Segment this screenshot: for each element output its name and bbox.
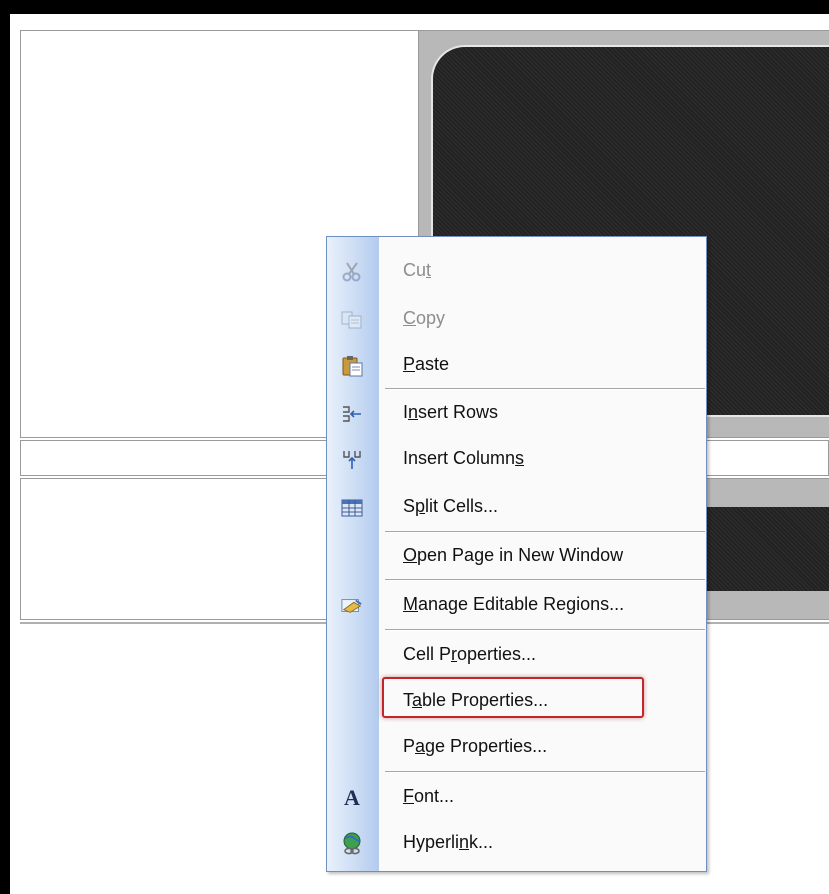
menu-item-insert-rows[interactable]: Insert Rows (327, 391, 706, 435)
editable-regions-icon (341, 595, 363, 617)
hyperlink-globe-icon (341, 832, 363, 855)
menu-item-label: Manage Editable Regions... (403, 594, 625, 614)
menu-item-label: Page Properties... (403, 736, 548, 756)
menu-item-page-properties[interactable]: Page Properties... (327, 725, 706, 769)
menu-item-copy[interactable]: Copy (327, 297, 706, 341)
menu-item-hyperlink[interactable]: Hyperlink... (327, 821, 706, 865)
clipboard-paste-icon (341, 355, 363, 377)
menu-item-label: Font... (403, 786, 455, 806)
copy-icon (341, 309, 363, 331)
menu-item-label: Paste (403, 354, 450, 374)
menu-separator (385, 579, 705, 581)
menu-item-label: Insert Rows (403, 402, 499, 422)
menu-item-cut[interactable]: Cut (327, 249, 706, 293)
menu-item-label: Split Cells... (403, 496, 499, 516)
menu-item-label: Copy (403, 308, 446, 328)
menu-item-label: Cell Properties... (403, 644, 537, 664)
insert-rows-icon (341, 403, 363, 425)
menu-item-manage-editable-regions[interactable]: Manage Editable Regions... (327, 583, 706, 627)
menu-item-paste[interactable]: Paste (327, 343, 706, 387)
menu-item-insert-columns[interactable]: Insert Columns (327, 437, 706, 481)
menu-separator (385, 629, 705, 631)
menu-item-font[interactable]: A Font... (327, 775, 706, 819)
menu-item-label: Hyperlink... (403, 832, 494, 852)
menu-separator (385, 388, 705, 390)
menu-item-label: Insert Columns (403, 448, 525, 468)
scissors-icon (341, 261, 363, 283)
menu-item-cell-properties[interactable]: Cell Properties... (327, 633, 706, 677)
insert-columns-icon (341, 449, 363, 471)
font-icon: A (344, 785, 360, 810)
table-properties-highlight-box (382, 677, 644, 718)
menu-item-label: Cut (403, 260, 432, 280)
menu-item-open-page-new-window[interactable]: Open Page in New Window (327, 534, 706, 578)
menu-item-label: Open Page in New Window (403, 545, 624, 565)
context-menu: Cut Copy Paste Insert Rows Insert Column… (326, 236, 707, 872)
menu-item-split-cells[interactable]: Split Cells... (327, 485, 706, 529)
menu-separator (385, 531, 705, 533)
menu-separator (385, 771, 705, 773)
split-cells-icon (341, 497, 363, 519)
